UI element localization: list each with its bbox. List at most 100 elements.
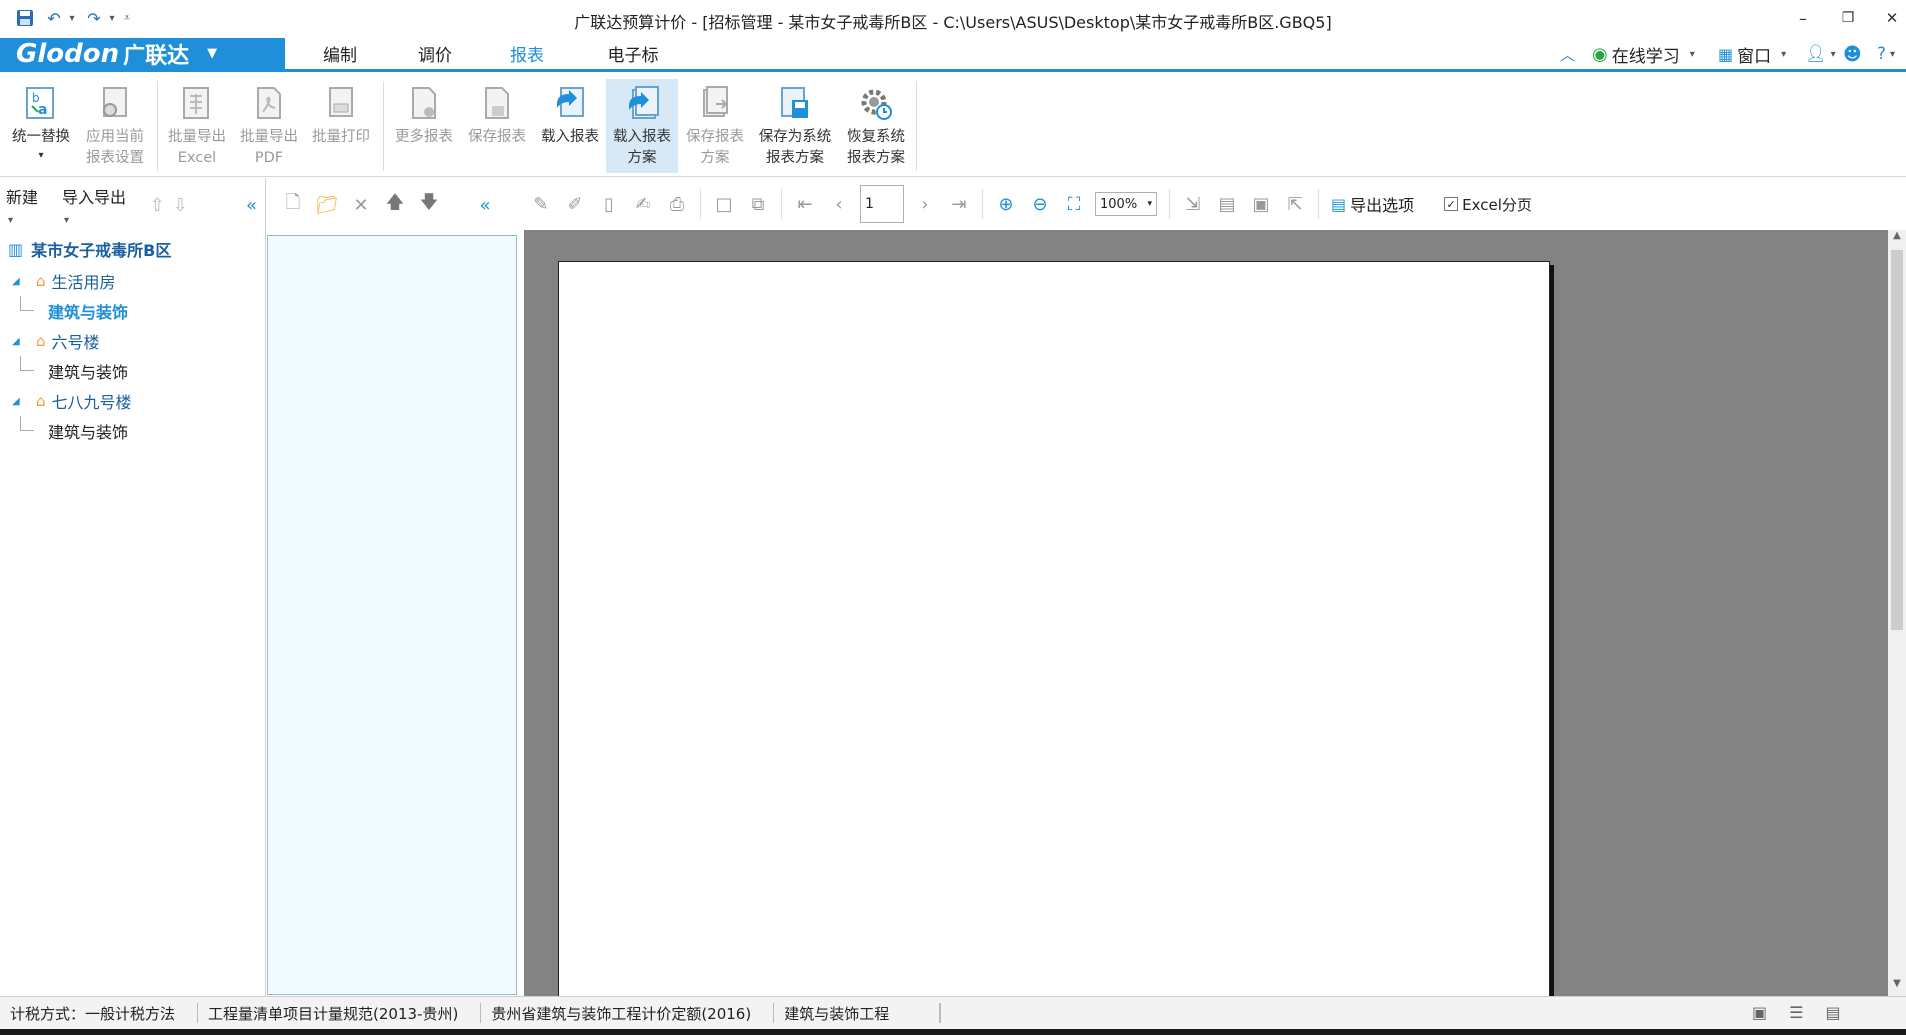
house-icon: ⌂ — [36, 272, 46, 290]
tab-e-bid[interactable]: 电子标 — [598, 38, 668, 69]
move-down-icon[interactable]: ⇩ — [173, 195, 188, 216]
export-word-icon[interactable]: ▣ — [1244, 189, 1278, 219]
new-folder-icon[interactable]: 📁︎ — [310, 190, 344, 220]
design-icon[interactable]: ✐ — [558, 189, 592, 219]
collapse-panel-icon[interactable]: « — [468, 190, 502, 220]
new-label: 新建 — [6, 187, 39, 207]
new-button[interactable]: 新建 ▾ — [6, 184, 54, 227]
zoom-out-icon[interactable]: ⊖ — [1023, 189, 1057, 219]
export-excel-icon[interactable]: ⇲ — [1176, 189, 1210, 219]
more-reports-label: 更多报表 — [395, 129, 453, 145]
tree-item-unit[interactable]: ◢ ⌂ 七八九号楼 — [8, 386, 265, 416]
load-scheme-icon — [622, 83, 662, 125]
export-pdf-icon[interactable]: ⇱ — [1278, 189, 1312, 219]
scroll-up-icon[interactable]: ▲ — [1888, 230, 1906, 248]
batch-export-pdf-button[interactable]: 批量导出 PDF — [234, 79, 304, 173]
tree-connector — [20, 416, 34, 431]
chevron-down-icon: ▾ — [1890, 48, 1896, 60]
tree-item-unit[interactable]: ◢ ⌂ 生活用房 — [8, 266, 265, 296]
restore-button[interactable]: ❐ — [1828, 4, 1868, 32]
tree-root-project[interactable]: ▥ 某市女子戒毒所B区 — [8, 232, 265, 266]
help-button[interactable]: ? ▾ — [1877, 41, 1895, 67]
export-table-icon[interactable]: ▤ — [1210, 189, 1244, 219]
save-report-label: 保存报表 — [468, 129, 526, 145]
tab-reports[interactable]: 报表 — [489, 38, 565, 72]
restore-system-scheme-label-1: 恢复系统 — [847, 129, 905, 145]
copy-page-icon[interactable]: ⧉ — [741, 189, 775, 219]
assistant-icon[interactable]: ☻ — [1843, 41, 1862, 67]
edit-report-icon[interactable]: ✎ — [524, 189, 558, 219]
single-page-icon[interactable]: □ — [707, 189, 741, 219]
tree-subitem-label: 建筑与装饰 — [48, 303, 129, 322]
tree-subitem-selected[interactable]: 建筑与装饰 — [8, 296, 265, 326]
report-list[interactable] — [267, 235, 517, 995]
page-number-input[interactable]: 1 — [860, 185, 904, 223]
excel-paging-checkbox[interactable]: ✓ Excel分页 — [1444, 194, 1532, 215]
project-tree-panel: 新建 ▾ 导入导出 ▾ ⇧ ⇩ « ▥ 某市女子戒毒所B区 ◢ ⌂ 生活用房 建筑与… — [0, 178, 266, 996]
prev-page-icon[interactable]: ‹ — [822, 189, 856, 219]
print-icon[interactable]: ⎙ — [660, 189, 694, 219]
toolbar-divider — [700, 189, 701, 219]
expand-triangle-icon[interactable]: ◢ — [12, 276, 26, 287]
tree-item-unit[interactable]: ◢ ⌂ 六号楼 — [8, 326, 265, 356]
move-down-icon[interactable]: 🡇 — [412, 190, 446, 220]
chevron-down-icon: ▾ — [8, 214, 14, 226]
new-report-icon[interactable]: 🗋︎ — [276, 190, 310, 220]
scroll-thumb[interactable] — [1891, 250, 1903, 630]
batch-export-pdf-label-1: 批量导出 — [240, 129, 298, 145]
import-export-button[interactable]: 导入导出 ▾ — [62, 184, 138, 227]
move-up-icon[interactable]: 🡅 — [378, 190, 412, 220]
report-page — [558, 261, 1550, 1001]
scroll-down-icon[interactable]: ▼ — [1888, 978, 1906, 996]
last-page-icon[interactable]: ⇥ — [942, 189, 976, 219]
batch-print-button[interactable]: 批量打印 — [306, 79, 376, 173]
app-logo-menu[interactable]: Glodon 广联达 ▼ — [0, 38, 285, 69]
more-reports-button[interactable]: 更多报表 — [389, 79, 459, 173]
save-scheme-label-1: 保存报表 — [686, 129, 744, 145]
toolbar-divider — [781, 189, 782, 219]
tab-edit[interactable]: 编制 — [310, 38, 370, 69]
close-button[interactable]: ✕ — [1872, 4, 1906, 32]
expand-triangle-icon[interactable]: ◢ — [12, 336, 26, 347]
toolbar-divider — [1169, 189, 1170, 219]
tab-adjust-price[interactable]: 调价 — [405, 38, 465, 69]
viewer-toolbar: ✎ ✐ ▯ ✍ ⎙ □ ⧉ ⇤ ‹ 1 › ⇥ ⊕ ⊖ ⛶ 100% ▾ ⇲ ▤… — [524, 178, 1906, 230]
pdf-export-icon — [249, 83, 289, 125]
chevron-down-icon: ▾ — [1689, 48, 1695, 60]
zoom-in-icon[interactable]: ⊕ — [989, 189, 1023, 219]
online-learning-button[interactable]: ◉ 在线学习 ▾ — [1592, 41, 1695, 67]
detail-view-icon[interactable]: ▤ — [1825, 1003, 1840, 1022]
delete-icon[interactable]: ✕ — [344, 190, 378, 220]
restore-system-scheme-button[interactable]: 恢复系统 报表方案 — [840, 79, 912, 173]
save-system-scheme-label-1: 保存为系统 — [758, 129, 832, 145]
save-report-scheme-button[interactable]: 保存报表 方案 — [680, 79, 750, 173]
apply-current-report-settings-button[interactable]: 应用当前 报表设置 — [80, 79, 150, 173]
list-view-icon[interactable]: ☰ — [1789, 1003, 1803, 1022]
window-menu-button[interactable]: ▦ 窗口 ▾ — [1718, 41, 1786, 67]
next-page-icon[interactable]: › — [908, 189, 942, 219]
collapse-panel-icon[interactable]: « — [246, 195, 257, 216]
first-page-icon[interactable]: ⇤ — [788, 189, 822, 219]
export-options-button[interactable]: ▤ 导出选项 — [1331, 192, 1414, 216]
save-as-system-scheme-button[interactable]: 保存为系统 报表方案 — [752, 79, 838, 173]
tree-subitem[interactable]: 建筑与装饰 — [8, 356, 265, 386]
user-menu-button[interactable]: 👤︎ ▾ — [1805, 41, 1836, 67]
batch-export-excel-button[interactable]: 批量导出 Excel — [162, 79, 232, 173]
expand-triangle-icon[interactable]: ◢ — [12, 396, 26, 407]
load-report-label: 载入报表 — [541, 129, 599, 145]
unified-replace-button[interactable]: ba 统一替换 ▾ — [6, 79, 76, 173]
load-report-button[interactable]: 载入报表 — [535, 79, 605, 173]
move-up-icon[interactable]: ⇧ — [150, 195, 165, 216]
save-report-button[interactable]: 保存报表 — [462, 79, 532, 173]
collapse-ribbon-icon[interactable]: ︿ — [1560, 41, 1575, 67]
fit-page-icon[interactable]: ⛶ — [1057, 189, 1091, 219]
tree-subitem[interactable]: 建筑与装饰 — [8, 416, 265, 446]
page-setup-icon[interactable]: ▯ — [592, 189, 626, 219]
load-report-scheme-button[interactable]: 载入报表 方案 — [606, 79, 678, 173]
excel-export-icon — [177, 83, 217, 125]
normal-view-icon[interactable]: ▣ — [1752, 1003, 1767, 1022]
vertical-scrollbar[interactable]: ▲ ▼ — [1888, 230, 1906, 996]
minimize-button[interactable]: – — [1783, 4, 1823, 32]
edit-page-icon[interactable]: ✍ — [626, 189, 660, 219]
zoom-select[interactable]: 100% ▾ — [1095, 192, 1157, 216]
